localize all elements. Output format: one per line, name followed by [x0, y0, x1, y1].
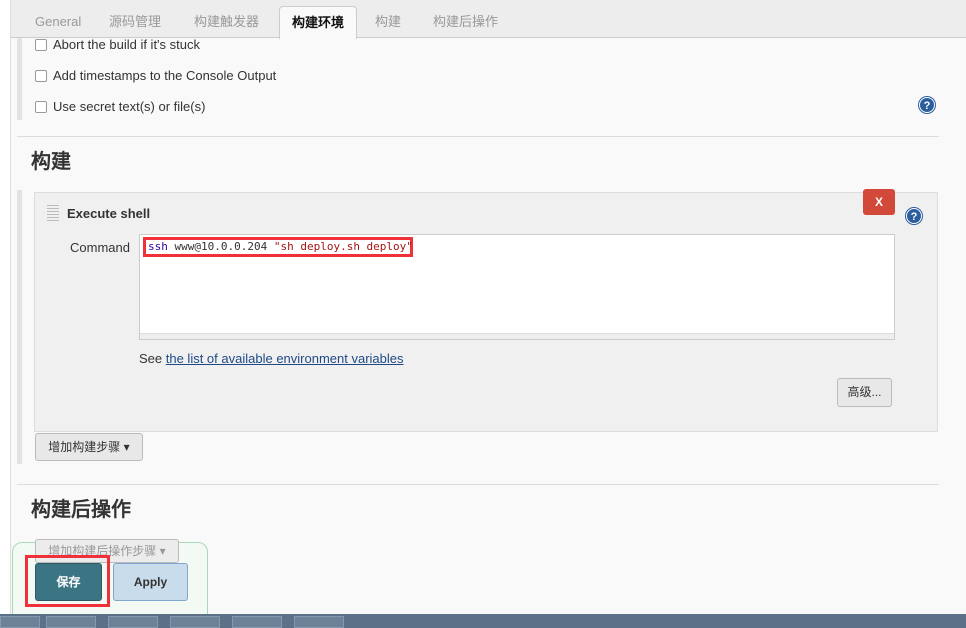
option-timestamps[interactable]: Add timestamps to the Console Output: [35, 68, 276, 83]
command-text: www@10.0.0.204: [167, 240, 274, 253]
tab-scm[interactable]: 源码管理: [97, 6, 173, 38]
tab-triggers[interactable]: 构建触发器: [182, 6, 271, 38]
step-title: Execute shell: [67, 206, 151, 221]
command-string: "sh deploy.sh deploy": [273, 240, 413, 253]
save-button[interactable]: 保存: [35, 563, 102, 601]
env-vars-hint: See the list of available environment va…: [139, 351, 404, 366]
command-textarea[interactable]: ssh www@10.0.0.204 "sh deploy.sh deploy": [139, 234, 895, 340]
build-section-title: 构建: [31, 151, 71, 173]
help-icon[interactable]: ?: [919, 97, 935, 113]
post-build-section-title: 构建后操作: [31, 499, 131, 521]
tab-build-env[interactable]: 构建环境: [279, 6, 358, 39]
option-abort-stuck[interactable]: Abort the build if it's stuck: [35, 37, 200, 52]
tab-post-build[interactable]: 构建后操作: [421, 6, 510, 38]
divider: [17, 136, 939, 137]
execute-shell-step: Execute shell X ? Command ssh www@10.0.0…: [34, 189, 938, 432]
divider: [17, 484, 939, 485]
drag-handle-icon[interactable]: [47, 205, 59, 223]
section-bar: [17, 38, 22, 120]
advanced-button[interactable]: 高级...: [837, 378, 892, 407]
help-icon[interactable]: ?: [906, 208, 922, 224]
caret-down-icon: ▾: [123, 440, 130, 454]
env-vars-link[interactable]: the list of available environment variab…: [166, 351, 404, 366]
checkbox[interactable]: [35, 38, 47, 51]
taskbar-app[interactable]: [108, 616, 158, 628]
config-page: General 源码管理 构建触发器 构建环境 构建 构建后操作 Abort t…: [10, 0, 966, 614]
taskbar-app[interactable]: [170, 616, 220, 628]
taskbar-app[interactable]: [294, 616, 344, 628]
apply-button[interactable]: Apply: [113, 563, 188, 601]
caret-down-icon: ▾: [159, 544, 166, 558]
button-label: 增加构建步骤: [48, 440, 121, 454]
taskbar: [0, 614, 966, 628]
taskbar-app[interactable]: [232, 616, 282, 628]
command-label: Command: [70, 240, 130, 255]
tab-build[interactable]: 构建: [363, 6, 413, 38]
tab-general[interactable]: General: [23, 6, 93, 38]
taskbar-app[interactable]: [46, 616, 96, 628]
checkbox[interactable]: [35, 69, 47, 82]
taskbar-app[interactable]: [0, 616, 40, 628]
delete-step-button[interactable]: X: [863, 189, 895, 215]
checkbox[interactable]: [35, 100, 47, 113]
add-build-step-button[interactable]: 增加构建步骤 ▾: [35, 433, 143, 461]
resize-handle[interactable]: [140, 333, 894, 339]
section-bar: [17, 190, 22, 464]
option-label: Abort the build if it's stuck: [53, 37, 200, 52]
hint-text: See: [139, 351, 166, 366]
config-tabs: General 源码管理 构建触发器 构建环境 构建 构建后操作: [11, 0, 966, 39]
option-secret-text[interactable]: Use secret text(s) or file(s): [35, 99, 205, 114]
option-label: Use secret text(s) or file(s): [53, 99, 206, 114]
option-label: Add timestamps to the Console Output: [53, 68, 277, 83]
command-highlight: ssh www@10.0.0.204 "sh deploy.sh deploy": [143, 237, 413, 257]
command-keyword: ssh: [148, 240, 168, 253]
